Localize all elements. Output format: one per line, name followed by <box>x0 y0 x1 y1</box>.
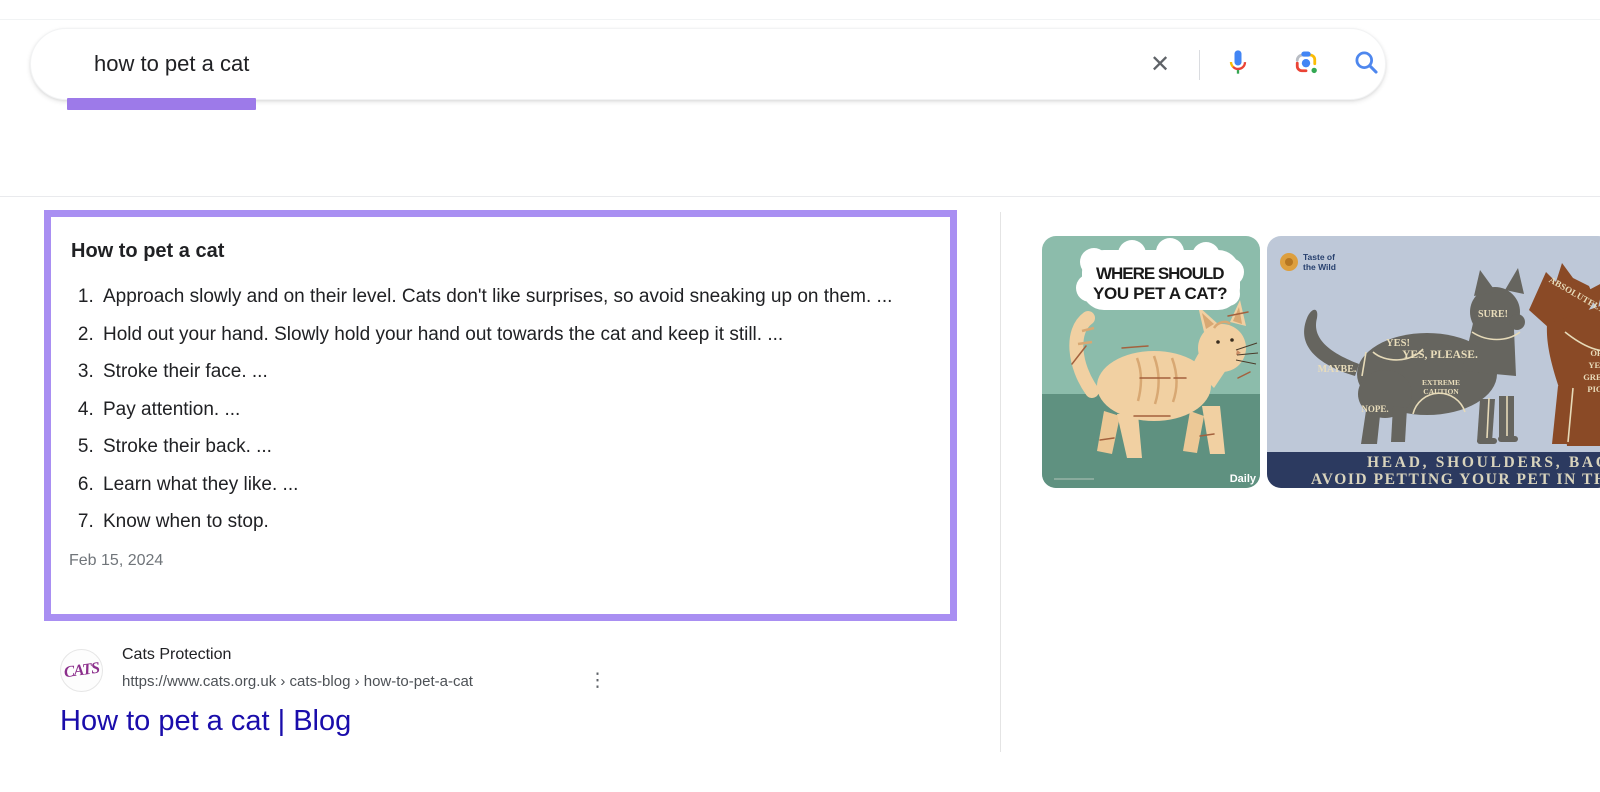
image-result-where-to-pet-a-cat[interactable]: WHERE SHOULD YOU PET A CAT? Daily <box>1042 236 1260 488</box>
snippet-steps-list: Approach slowly and on their level. Cats… <box>69 283 932 537</box>
microphone-icon <box>1224 48 1252 81</box>
snippet-date: Feb 15, 2024 <box>69 552 932 570</box>
image-watermark: Daily <box>1230 473 1257 485</box>
dog-label-chest-2: YES! <box>1588 360 1600 370</box>
brand-logo-line2: the Wild <box>1303 262 1336 272</box>
result-type-tabs: All Images Videos Forums Shopping Web Ne… <box>0 140 1600 197</box>
page-top-hairline <box>0 19 1600 20</box>
kebab-menu-icon: ⋮ <box>588 670 606 691</box>
cat-label-belly-1: EXTREME <box>1422 378 1460 387</box>
snippet-step: Pay attention. ... <box>99 396 932 425</box>
search-bar-divider <box>1199 50 1200 80</box>
snippet-heading: How to pet a cat <box>71 240 932 263</box>
cat-label-tail: MAYBE. <box>1318 364 1357 375</box>
dog-label-chest-1: OH, <box>1590 348 1600 358</box>
result-title-link[interactable]: How to pet a cat | Blog <box>60 705 351 738</box>
voice-search-button[interactable] <box>1223 49 1253 79</box>
caption-line1: HEAD, SHOULDERS, BAC <box>1367 454 1600 471</box>
tabs-bottom-border <box>0 196 1600 197</box>
clear-search-button[interactable]: ✕ <box>1145 49 1175 79</box>
bubble-text-line2: YOU PET A CAT? <box>1093 284 1227 303</box>
google-lens-button[interactable] <box>1291 49 1321 79</box>
content-vertical-divider <box>1000 212 1001 752</box>
query-annotation-underline <box>67 98 256 110</box>
search-icon <box>1352 48 1380 81</box>
snippet-step: Stroke their back. ... <box>99 433 932 462</box>
google-lens-icon <box>1292 48 1320 81</box>
image-result-pet-zones-chart[interactable]: Taste of the Wild SURE! YES! YES, PLEASE… <box>1267 236 1600 488</box>
snippet-step: Approach slowly and on their level. Cats… <box>99 283 932 312</box>
search-submit-button[interactable] <box>1351 49 1381 79</box>
search-bar[interactable]: how to pet a cat ✕ <box>30 28 1386 100</box>
cat-label-belly-2: CAUTION <box>1423 387 1459 396</box>
featured-snippet-annotation-box: How to pet a cat Approach slowly and on … <box>44 210 957 621</box>
result-site-name: Cats Protection <box>122 646 231 664</box>
cat-label-shoulder: YES! <box>1386 338 1410 349</box>
snippet-step: Learn what they like. ... <box>99 471 932 500</box>
dog-label-chest-3: GREAT <box>1583 372 1600 382</box>
site-favicon: CATS <box>60 649 103 692</box>
close-icon: ✕ <box>1150 50 1170 79</box>
snippet-step: Know when to stop. <box>99 508 932 537</box>
result-breadcrumb-url: https://www.cats.org.uk › cats-blog › ho… <box>122 673 473 690</box>
cat-label-leg: NOPE. <box>1361 404 1388 414</box>
cat-label-head: SURE! <box>1478 309 1508 320</box>
snippet-step: Stroke their face. ... <box>99 358 932 387</box>
dog-label-chest-4: PICK <box>1587 384 1600 394</box>
result-menu-button[interactable]: ⋮ <box>588 669 606 692</box>
favicon-cats-logo: CATS <box>63 659 100 682</box>
cat-label-body: YES, PLEASE. <box>1402 349 1478 361</box>
brand-logo-line1: Taste of <box>1303 252 1335 262</box>
bubble-text-line1: WHERE SHOULD <box>1096 264 1224 283</box>
search-input[interactable]: how to pet a cat <box>94 29 249 99</box>
snippet-step: Hold out your hand. Slowly hold your han… <box>99 321 932 350</box>
